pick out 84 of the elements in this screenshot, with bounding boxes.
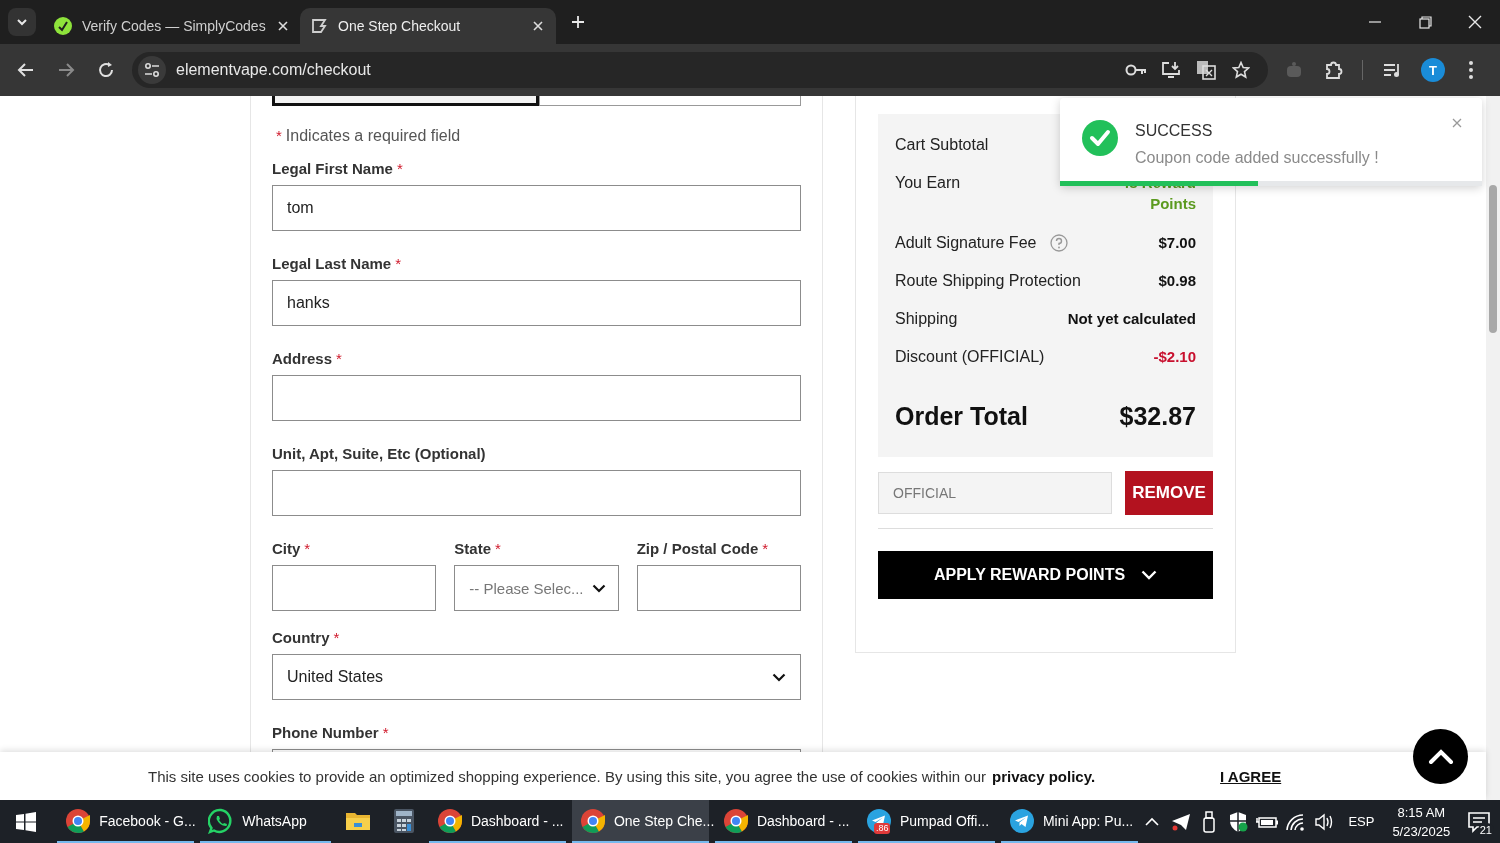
help-icon[interactable]	[1050, 234, 1069, 252]
summary-label: Route Shipping Protection	[895, 272, 1081, 290]
url-text: elementvape.com/checkout	[176, 61, 371, 79]
remove-button[interactable]: REMOVE	[1125, 471, 1213, 515]
badge: .86	[873, 822, 891, 834]
calculator-icon	[392, 807, 415, 834]
cookie-text: This site uses cookies to provide an optimized shopping experience. By using this site, you agree the use of cookies within our	[148, 767, 986, 785]
browser-icon	[579, 807, 606, 834]
browser-tab[interactable]: Verify Codes — SimplyCodes	[44, 8, 300, 44]
summary-value: -$2.10	[1153, 348, 1196, 365]
required-mark: *	[304, 540, 311, 557]
summary-value: Not yet calculated	[1067, 310, 1196, 327]
input-field[interactable]: hanks	[272, 280, 801, 326]
required-mark: *	[495, 540, 501, 557]
input-field[interactable]	[636, 565, 801, 611]
field-label: Country	[272, 629, 330, 646]
field-label: Unit, Apt, Suite, Etc (Optional)	[272, 445, 486, 462]
summary-label: Adult Signature Fee	[895, 234, 1037, 252]
taskbar-app[interactable]: .86 Pumpad Offi...	[857, 800, 995, 843]
total-label: Order Total	[895, 402, 1028, 431]
chevron-up-icon	[1427, 748, 1454, 765]
browser-tab[interactable]: One Step Checkout	[300, 8, 556, 44]
profile-avatar[interactable]: T	[1421, 58, 1445, 82]
apply-reward-button[interactable]: APPLY REWARD POINTS	[878, 551, 1213, 599]
input-field[interactable]	[272, 565, 437, 611]
select-field[interactable]: -- Please Selec...	[454, 565, 619, 611]
caret-icon	[772, 672, 786, 682]
taskbar-app[interactable]: Dashboard - ...	[714, 800, 852, 843]
taskbar-app[interactable]: Dashboard - ...	[428, 800, 566, 843]
address-bar[interactable]: elementvape.com/checkout	[132, 52, 1268, 88]
notification-count: 21	[1477, 823, 1494, 837]
toast-title: SUCCESS	[1135, 122, 1214, 140]
field-label: Phone Number	[272, 724, 379, 741]
taskbar-app[interactable]: Mini App: Pu...	[1000, 800, 1138, 843]
site-settings-icon[interactable]	[138, 56, 166, 84]
success-icon	[1082, 120, 1118, 156]
field-label: Legal Last Name	[272, 255, 392, 272]
field-label: Zip / Postal Code	[636, 540, 759, 557]
summary-label: Discount (OFFICIAL)	[895, 348, 1045, 366]
logo-icon	[310, 17, 328, 35]
summary-value: $7.00	[1158, 234, 1196, 251]
agree-link[interactable]: I AGREE	[1220, 767, 1282, 785]
browser-icon	[722, 807, 749, 834]
taskbar-app[interactable]: WhatsApp	[200, 800, 331, 843]
required-note: Indicates a required field	[285, 127, 461, 145]
clock-date[interactable]: 5/23/2025	[1392, 821, 1451, 841]
field-label: Legal First Name	[272, 160, 393, 177]
option-tile[interactable]	[538, 96, 801, 106]
paper-plane-icon	[1008, 807, 1035, 834]
tab-list-button[interactable]	[8, 8, 36, 36]
field-label: City	[272, 540, 301, 557]
required-mark: *	[382, 724, 389, 741]
field-label: State	[454, 540, 491, 557]
summary-value: $0.98	[1158, 272, 1196, 289]
input-field[interactable]: tom	[272, 185, 801, 231]
input-field[interactable]	[272, 375, 801, 421]
scrollbar[interactable]	[1486, 96, 1500, 800]
toast-message: Coupon code added successfully !	[1135, 149, 1379, 167]
summary-label: Cart Subtotal	[895, 136, 989, 154]
required-mark: *	[333, 629, 340, 646]
caret-icon	[1141, 570, 1158, 580]
option-tile[interactable]	[272, 96, 539, 106]
language-indicator[interactable]: ESP	[1348, 800, 1375, 843]
checkmark-icon	[54, 17, 72, 35]
browser-icon	[65, 807, 92, 834]
required-mark: *	[396, 160, 403, 177]
summary-label: Shipping	[895, 310, 958, 328]
coupon-field[interactable]: OFFICIAL	[878, 472, 1112, 514]
select-field[interactable]: United States	[272, 654, 801, 700]
required-mark: *	[276, 127, 282, 145]
total-value: $32.87	[1119, 402, 1196, 431]
required-mark: *	[336, 350, 342, 367]
input-field[interactable]	[272, 470, 801, 516]
browser-icon	[436, 807, 463, 834]
chat-icon	[208, 807, 235, 834]
privacy-link[interactable]: privacy policy.	[991, 767, 1096, 785]
taskbar-app[interactable]: Facebook - G...	[57, 800, 195, 843]
notification-icon[interactable]	[1467, 810, 1492, 833]
caret-icon	[591, 583, 606, 593]
required-mark: *	[762, 540, 769, 557]
summary-label: You Earn	[895, 174, 961, 192]
required-mark: *	[395, 255, 402, 272]
clock-time[interactable]: 8:15 AM	[1397, 802, 1446, 822]
field-label: Address	[272, 350, 333, 367]
